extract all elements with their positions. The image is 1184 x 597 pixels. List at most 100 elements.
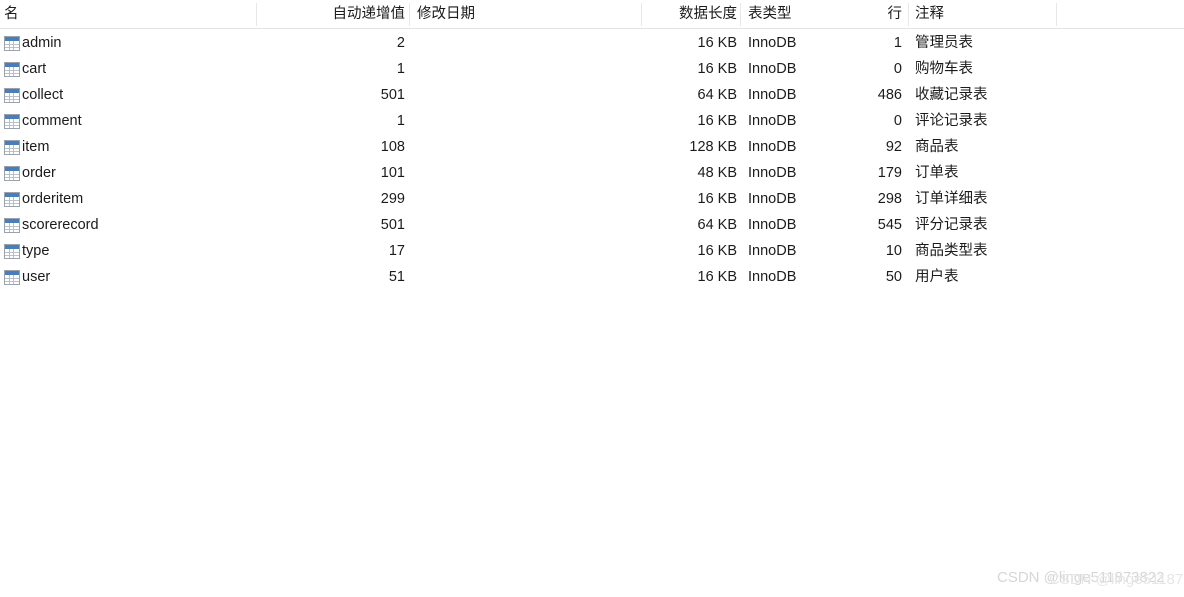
- table-icon: [4, 269, 20, 285]
- column-header-comment[interactable]: 注释: [915, 0, 1052, 28]
- table-icon: [4, 217, 20, 233]
- cell-modified: [417, 82, 637, 108]
- cell-auto_inc: 501: [380, 87, 405, 103]
- cell-name: cart: [4, 56, 254, 82]
- cell-name: admin: [4, 30, 254, 56]
- table-icon: [4, 35, 20, 51]
- cell-data_len: 16 KB: [697, 269, 738, 285]
- table-name-label: admin: [22, 35, 62, 51]
- cell-modified: [417, 56, 637, 82]
- cell-rows: 179: [877, 165, 902, 181]
- cell-auto_inc: 17: [388, 243, 405, 259]
- cell-rows: 545: [877, 217, 902, 233]
- table-name-label: item: [22, 139, 50, 155]
- cell-name: order: [4, 160, 254, 186]
- table-icon: [4, 191, 20, 207]
- table-row[interactable]: item 108 128 KB InnoDB 92 商品表: [0, 134, 1184, 160]
- table-name-label: comment: [22, 113, 82, 129]
- cell-modified: [417, 212, 637, 238]
- table-row[interactable]: comment 1 16 KB InnoDB 0 评论记录表: [0, 108, 1184, 134]
- cell-auto_inc: 108: [380, 139, 405, 155]
- column-header-modified[interactable]: 修改日期: [417, 0, 637, 28]
- cell-rows: 298: [877, 191, 902, 207]
- table-row[interactable]: order 101 48 KB InnoDB 179 订单表: [0, 160, 1184, 186]
- watermark-secondary: CSDN @linge511873822: [1049, 571, 1184, 588]
- cell-auto_inc: 1: [396, 61, 405, 77]
- cell-modified: [417, 186, 637, 212]
- table-name-label: order: [22, 165, 56, 181]
- column-resize-handle-4[interactable]: [908, 3, 909, 26]
- table-icon: [4, 139, 20, 155]
- cell-name: comment: [4, 108, 254, 134]
- cell-data_len: 16 KB: [697, 113, 738, 129]
- cell-name: item: [4, 134, 254, 160]
- cell-data_len: 16 KB: [697, 35, 738, 51]
- cell-name: type: [4, 238, 254, 264]
- cell-data_len: 16 KB: [697, 61, 738, 77]
- cell-data_len: 16 KB: [697, 191, 738, 207]
- cell-data_len: 16 KB: [697, 243, 738, 259]
- column-header-name[interactable]: 名: [4, 0, 254, 28]
- column-header-rows[interactable]: 行: [832, 0, 903, 28]
- cell-name: collect: [4, 82, 254, 108]
- cell-rows: 1: [893, 35, 902, 51]
- cell-comment: 评论记录表: [915, 113, 988, 129]
- cell-rows: 0: [893, 61, 902, 77]
- table-icon: [4, 243, 20, 259]
- table-name-label: orderitem: [22, 191, 84, 207]
- cell-comment: 商品类型表: [915, 243, 988, 259]
- cell-comment: 收藏记录表: [915, 87, 988, 103]
- column-resize-handle-3[interactable]: [740, 3, 741, 26]
- table-icon: [4, 113, 20, 129]
- table-row[interactable]: type 17 16 KB InnoDB 10 商品类型表: [0, 238, 1184, 264]
- cell-comment: 用户表: [915, 269, 959, 285]
- table-row[interactable]: collect 501 64 KB InnoDB 486 收藏记录表: [0, 82, 1184, 108]
- table-icon: [4, 87, 20, 103]
- column-resize-handle-1[interactable]: [409, 3, 410, 26]
- cell-rows: 10: [885, 243, 902, 259]
- cell-data_len: 64 KB: [697, 87, 738, 103]
- table-row[interactable]: user 51 16 KB InnoDB 50 用户表: [0, 264, 1184, 290]
- cell-auto_inc: 2: [396, 35, 405, 51]
- cell-rows: 0: [893, 113, 902, 129]
- cell-comment: 订单详细表: [915, 191, 988, 207]
- cell-modified: [417, 134, 637, 160]
- column-resize-handle-2[interactable]: [641, 3, 642, 26]
- cell-auto_inc: 101: [380, 165, 405, 181]
- table-object-list: 名自动递增值 修改日期 数据长度 表类型行注释 CSDN @linge51187382…: [0, 0, 1184, 597]
- column-header-auto_inc[interactable]: 自动递增值: [258, 0, 406, 28]
- cell-modified: [417, 108, 637, 134]
- cell-auto_inc: 501: [380, 217, 405, 233]
- cell-modified: [417, 30, 637, 56]
- table-name-label: scorerecord: [22, 217, 99, 233]
- cell-comment: 管理员表: [915, 35, 973, 51]
- table-row[interactable]: orderitem 299 16 KB InnoDB 298 订单详细表: [0, 186, 1184, 212]
- cell-modified: [417, 264, 637, 290]
- cell-name: user: [4, 264, 254, 290]
- cell-auto_inc: 51: [388, 269, 405, 285]
- cell-auto_inc: 1: [396, 113, 405, 129]
- table-name-label: cart: [22, 61, 47, 77]
- cell-name: scorerecord: [4, 212, 254, 238]
- cell-rows: 92: [885, 139, 902, 155]
- table-row[interactable]: scorerecord 501 64 KB InnoDB 545 评分记录表: [0, 212, 1184, 238]
- cell-name: orderitem: [4, 186, 254, 212]
- cell-rows: 50: [885, 269, 902, 285]
- cell-comment: 订单表: [915, 165, 959, 181]
- table-row[interactable]: cart 1 16 KB InnoDB 0 购物车表: [0, 56, 1184, 82]
- column-resize-handle-5[interactable]: [1056, 3, 1057, 26]
- table-name-label: user: [22, 269, 51, 285]
- table-row[interactable]: admin 2 16 KB InnoDB 1 管理员表: [0, 30, 1184, 56]
- column-resize-handle-0[interactable]: [256, 3, 257, 26]
- table-icon: [4, 165, 20, 181]
- table-name-label: collect: [22, 87, 64, 103]
- cell-data_len: 128 KB: [689, 139, 737, 155]
- cell-data_len: 64 KB: [697, 217, 738, 233]
- column-header-row: 名自动递增值 修改日期 数据长度 表类型行注释: [0, 0, 1184, 29]
- cell-comment: 购物车表: [915, 61, 973, 77]
- cell-modified: [417, 160, 637, 186]
- cell-comment: 评分记录表: [915, 217, 988, 233]
- column-header-data_len[interactable]: 数据长度: [645, 0, 737, 28]
- table-icon: [4, 61, 20, 77]
- cell-auto_inc: 299: [380, 191, 405, 207]
